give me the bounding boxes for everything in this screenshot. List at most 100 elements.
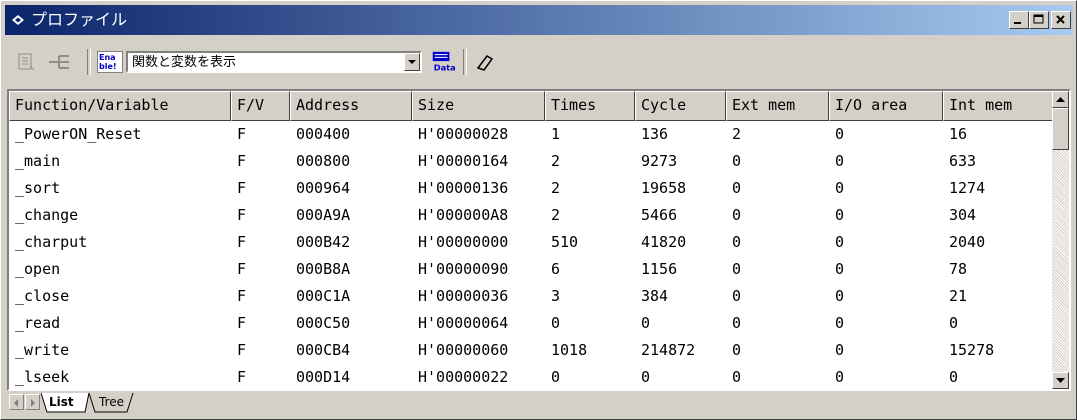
display-mode-select[interactable]: 関数と変数を表示: [126, 51, 422, 73]
vertical-scrollbar[interactable]: [1052, 91, 1069, 389]
column-header[interactable]: Int mem: [943, 91, 1053, 121]
tab-tree[interactable]: Tree: [99, 392, 124, 412]
table-row[interactable]: _sort F 000964 H'00000136 2 19658 0 0 1274: [9, 175, 1053, 202]
chevron-right-icon: [31, 399, 35, 407]
profile-window-icon: [12, 15, 24, 25]
table-cell: _main: [15, 152, 61, 170]
table-cell: F: [237, 152, 247, 170]
table-cell: 000B8A: [296, 260, 351, 278]
table-row[interactable]: _read F 000C50 H'00000064 0 0 0 0 0: [9, 310, 1053, 337]
column-header[interactable]: I/O area: [829, 91, 943, 121]
table-cell: 0: [732, 368, 742, 386]
table-row[interactable]: _main F 000800 H'00000164 2 9273 0 0 633: [9, 148, 1053, 175]
table-cell: H'00000022: [418, 368, 509, 386]
maximize-icon: [1033, 14, 1044, 24]
data-output-icon[interactable]: Data: [429, 50, 455, 74]
table-cell: 0: [835, 314, 845, 332]
scroll-down-button[interactable]: [1052, 372, 1069, 389]
table-cell: 16: [949, 125, 968, 143]
table-cell: F: [237, 314, 247, 332]
table-cell: 2: [551, 206, 561, 224]
table-row[interactable]: _PowerON_Reset F 000400 H'00000028 1 136 2 0 16: [9, 121, 1053, 148]
table-cell: 0: [949, 314, 959, 332]
column-header[interactable]: Address: [290, 91, 412, 121]
dropdown-arrow[interactable]: [404, 53, 420, 71]
table-row[interactable]: _change F 000A9A H'000000A8 2 5466 0 0 304: [9, 202, 1053, 229]
table-cell: 000C1A: [296, 287, 351, 305]
tree-connect-icon[interactable]: [47, 50, 75, 74]
table-cell: 21: [949, 287, 968, 305]
table-cell: 2: [732, 125, 742, 143]
scroll-up-button[interactable]: [1052, 91, 1069, 108]
table-cell: 0: [551, 368, 561, 386]
table-cell: 0: [732, 341, 742, 359]
table-cell: _read: [15, 314, 61, 332]
table-cell: F: [237, 260, 247, 278]
window-title: プロファイル: [31, 10, 128, 29]
table-cell: _lseek: [15, 368, 70, 386]
table-cell: 510: [551, 233, 579, 251]
table-row[interactable]: _charput F 000B42 H'00000000 510 41820 0 0 2040: [9, 229, 1053, 256]
table-cell: 0: [835, 368, 845, 386]
scroll-thumb[interactable]: [1052, 108, 1069, 150]
table-cell: 000CB4: [296, 341, 351, 359]
column-header[interactable]: F/V: [231, 91, 290, 121]
table-cell: H'00000136: [418, 179, 509, 197]
table-cell: F: [237, 287, 247, 305]
table-cell: 1156: [641, 260, 678, 278]
table-row[interactable]: _lseek F 000D14 H'00000022 0 0 0 0 0: [9, 364, 1053, 389]
table-row[interactable]: _close F 000C1A H'00000036 3 384 0 0 21: [9, 283, 1053, 310]
minimize-button[interactable]: [1009, 11, 1029, 29]
table-cell: H'00000060: [418, 341, 509, 359]
table-cell: H'00000028: [418, 125, 509, 143]
table-row[interactable]: _open F 000B8A H'00000090 6 1156 0 0 78: [9, 256, 1053, 283]
column-header[interactable]: Ext mem: [726, 91, 829, 121]
svg-text:Data: Data: [434, 62, 455, 72]
table-cell: _sort: [15, 179, 61, 197]
tab-scroll-left[interactable]: [9, 394, 24, 410]
table-cell: 0: [732, 287, 742, 305]
table-cell: 1018: [551, 341, 588, 359]
table-row[interactable]: _write F 000CB4 H'00000060 1018 214872 0 0 15278: [9, 337, 1053, 364]
table-cell: _open: [15, 260, 61, 278]
title-bar[interactable]: プロファイル: [5, 5, 1073, 35]
enable-button[interactable]: Ena ble!: [97, 51, 123, 73]
close-button[interactable]: [1051, 11, 1071, 29]
table-cell: 0: [732, 260, 742, 278]
table-cell: F: [237, 233, 247, 251]
table-cell: H'00000000: [418, 233, 509, 251]
table-cell: 0: [835, 125, 845, 143]
table-cell: 0: [732, 233, 742, 251]
table-cell: 136: [641, 125, 669, 143]
display-mode-value: 関数と変数を表示: [132, 55, 237, 70]
table-cell: 15278: [949, 341, 995, 359]
table-cell: 000964: [296, 179, 351, 197]
table-cell: 0: [641, 314, 651, 332]
column-header[interactable]: Cycle: [635, 91, 726, 121]
tab-list[interactable]: List: [49, 392, 74, 412]
table-cell: 0: [551, 314, 561, 332]
column-header[interactable]: Times: [545, 91, 635, 121]
list-view-icon[interactable]: [15, 50, 37, 74]
table-cell: 0: [835, 341, 845, 359]
table-cell: 384: [641, 287, 669, 305]
eraser-icon[interactable]: [473, 50, 497, 74]
table-cell: 000D14: [296, 368, 351, 386]
maximize-button[interactable]: [1029, 11, 1049, 29]
table-cell: 000A9A: [296, 206, 351, 224]
table-cell: 0: [835, 260, 845, 278]
table-cell: 214872: [641, 341, 696, 359]
column-header[interactable]: Size: [412, 91, 545, 121]
table-cell: 78: [949, 260, 968, 278]
table-cell: 304: [949, 206, 977, 224]
column-header[interactable]: Function/Variable: [9, 91, 231, 121]
tab-scroll-right[interactable]: [25, 394, 40, 410]
table-cell: F: [237, 179, 247, 197]
table-cell: _close: [15, 287, 70, 305]
chevron-down-icon: [408, 60, 416, 64]
table-cell: 0: [732, 206, 742, 224]
table-cell: 2: [551, 179, 561, 197]
table-cell: 2040: [949, 233, 986, 251]
table-cell: _PowerON_Reset: [15, 125, 142, 143]
scroll-down-icon: [1056, 378, 1065, 383]
